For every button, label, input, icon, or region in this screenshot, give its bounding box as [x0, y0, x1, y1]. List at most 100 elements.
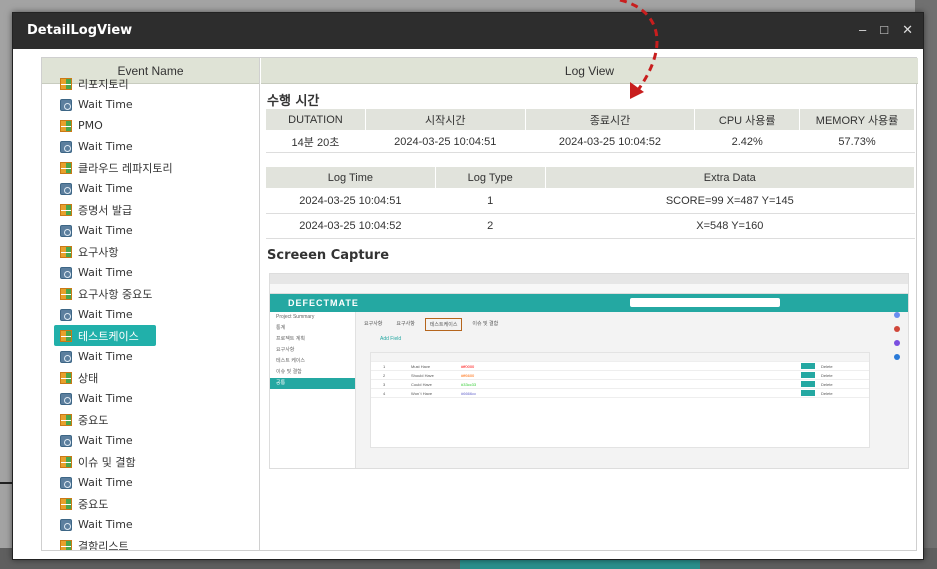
event-list-item[interactable]: Wait Time	[60, 514, 259, 535]
exec-time-title: 수행 시간	[267, 94, 320, 109]
titlebar: DetailLogView – □ ✕	[13, 13, 923, 49]
col-log-time: Log Time	[265, 166, 436, 189]
event-list-item[interactable]: Wait Time	[60, 94, 259, 115]
event-list-item[interactable]: 요구사항	[60, 241, 259, 262]
log-type: 1	[435, 188, 546, 214]
module-icon	[60, 119, 72, 132]
capture-address-bar	[270, 284, 908, 294]
event-list-item[interactable]: 이슈 및 결함	[60, 451, 259, 472]
minimize-button[interactable]: –	[859, 22, 866, 38]
clock-icon	[60, 350, 72, 363]
start-time-value: 2024-03-25 10:04:51	[365, 130, 526, 153]
log-row[interactable]: 2024-03-25 10:04:52 2 X=548 Y=160	[265, 213, 915, 239]
capture-right-toolbar	[894, 312, 902, 422]
capture-row-color: #6666cc	[461, 391, 477, 396]
screen-capture-title: Screeen Capture	[267, 248, 390, 263]
capture-sidebar-item: 테스트 케이스	[276, 358, 305, 364]
capture-row-color: #33cc33	[461, 382, 477, 387]
capture-browser-tabs	[270, 274, 908, 284]
module-icon	[60, 329, 72, 342]
clock-icon	[60, 98, 72, 111]
event-list-item[interactable]: 요구사항 중요도	[60, 283, 259, 304]
exec-time-table: DUTATION 시작시간 종료시간 CPU 사용률 MEMORY 사용률 14…	[265, 108, 915, 153]
event-label: 리포지토리	[78, 77, 129, 91]
capture-sidebar-item: Project Summary	[276, 314, 315, 320]
event-list-item[interactable]: 리포지토리	[60, 73, 259, 94]
event-list-item[interactable]: 중요도	[60, 409, 259, 430]
event-label: PMO	[78, 119, 103, 132]
capture-sidebar-item: 이슈 및 결함	[276, 369, 302, 375]
clock-icon	[60, 392, 72, 405]
module-icon	[60, 77, 72, 90]
extra-data: X=548 Y=160	[545, 213, 915, 239]
capture-row-no: 4	[383, 391, 386, 396]
clock-icon	[60, 224, 72, 237]
detail-log-window: DetailLogView – □ ✕ Event Name 리포지토리 Wait…	[12, 12, 924, 560]
log-time: 2024-03-25 10:04:52	[265, 213, 436, 239]
capture-table-row: 3 Could Have #33cc33 Delete	[371, 380, 869, 389]
log-time: 2024-03-25 10:04:51	[265, 188, 436, 214]
event-label: 요구사항	[78, 245, 119, 259]
module-icon	[60, 203, 72, 216]
log-row[interactable]: 2024-03-25 10:04:51 1 SCORE=99 X=487 Y=1…	[265, 188, 915, 214]
event-list-item[interactable]: 상태	[60, 367, 259, 388]
annotation-arrow-icon	[619, 0, 659, 99]
event-list-item[interactable]: PMO	[60, 115, 259, 136]
capture-delete-button: Delete	[821, 391, 833, 396]
capture-table-row: 2 Should Have #ff6600 Delete	[371, 371, 869, 380]
capture-sidebar-item: 프로젝트 계획	[276, 336, 305, 342]
capture-row-name: Should Have	[411, 373, 434, 378]
event-list-item[interactable]: Wait Time	[60, 430, 259, 451]
capture-sidebar: Project Summary 통계 프로젝트 계획 요구사항 테스트 케이스 이슈 및 …	[270, 312, 356, 468]
capture-row-color: #ff0000	[461, 364, 475, 369]
window-title: DetailLogView	[27, 23, 133, 38]
event-label: Wait Time	[78, 224, 133, 237]
event-label: Wait Time	[78, 140, 133, 153]
event-list-item[interactable]: Wait Time	[60, 136, 259, 157]
clock-icon	[60, 308, 72, 321]
event-list-item[interactable]: Wait Time	[60, 388, 259, 409]
event-list-item[interactable]: 중요도	[60, 493, 259, 514]
capture-row-name: Won`t Have	[411, 391, 433, 396]
extra-data: SCORE=99 X=487 Y=145	[545, 188, 915, 214]
clock-icon	[60, 434, 72, 447]
maximize-button[interactable]: □	[880, 22, 888, 38]
module-icon	[60, 287, 72, 300]
module-icon	[60, 245, 72, 258]
module-icon	[60, 413, 72, 426]
event-list-item[interactable]: 테스트케이스	[54, 325, 156, 346]
capture-add-field: Add Field	[380, 336, 402, 342]
event-label: Wait Time	[78, 266, 133, 279]
capture-edit-button	[801, 363, 815, 369]
module-icon	[60, 497, 72, 510]
event-label: 증명서 발급	[78, 203, 133, 217]
capture-table-header	[371, 353, 869, 362]
capture-app-navbar: DEFECTMATE	[270, 294, 908, 312]
log-view-panel: Log View 수행 시간 DUTATION 시작시간 종료시간 CPU 사용…	[261, 58, 918, 550]
event-list-item[interactable]: Wait Time	[60, 304, 259, 325]
event-label: Wait Time	[78, 518, 133, 531]
event-list[interactable]: 리포지토리 Wait Time PMO Wait Time 클라우드 레파지토리 Wait…	[42, 73, 259, 550]
capture-table-row: 4 Won`t Have #6666cc Delete	[371, 389, 869, 398]
event-label: 중요도	[78, 497, 109, 511]
event-list-item[interactable]: 클라우드 레파지토리	[60, 157, 259, 178]
capture-edit-button	[801, 381, 815, 387]
capture-delete-button: Delete	[821, 373, 833, 378]
col-cpu: CPU 사용률	[694, 108, 801, 131]
log-type: 2	[435, 213, 546, 239]
event-list-item[interactable]: Wait Time	[60, 262, 259, 283]
col-start-time: 시작시간	[364, 108, 526, 131]
event-label: 요구사항 중요도	[78, 287, 153, 301]
col-extra-data: Extra Data	[544, 166, 916, 189]
event-list-item[interactable]: 증명서 발급	[60, 199, 259, 220]
screen-capture-image: DEFECTMATE Project Summary 통계 프로젝트 계획 요구사항 테…	[269, 273, 909, 469]
event-list-item[interactable]: Wait Time	[60, 178, 259, 199]
col-log-type: Log Type	[434, 166, 546, 189]
capture-app-logo: DEFECTMATE	[288, 298, 359, 308]
close-button[interactable]: ✕	[902, 22, 913, 38]
event-list-item[interactable]: Wait Time	[60, 472, 259, 493]
memory-value: 57.73%	[799, 130, 915, 153]
event-list-item[interactable]: Wait Time	[60, 220, 259, 241]
event-list-item[interactable]: Wait Time	[60, 346, 259, 367]
event-list-item[interactable]: 결함리스트	[60, 535, 259, 550]
